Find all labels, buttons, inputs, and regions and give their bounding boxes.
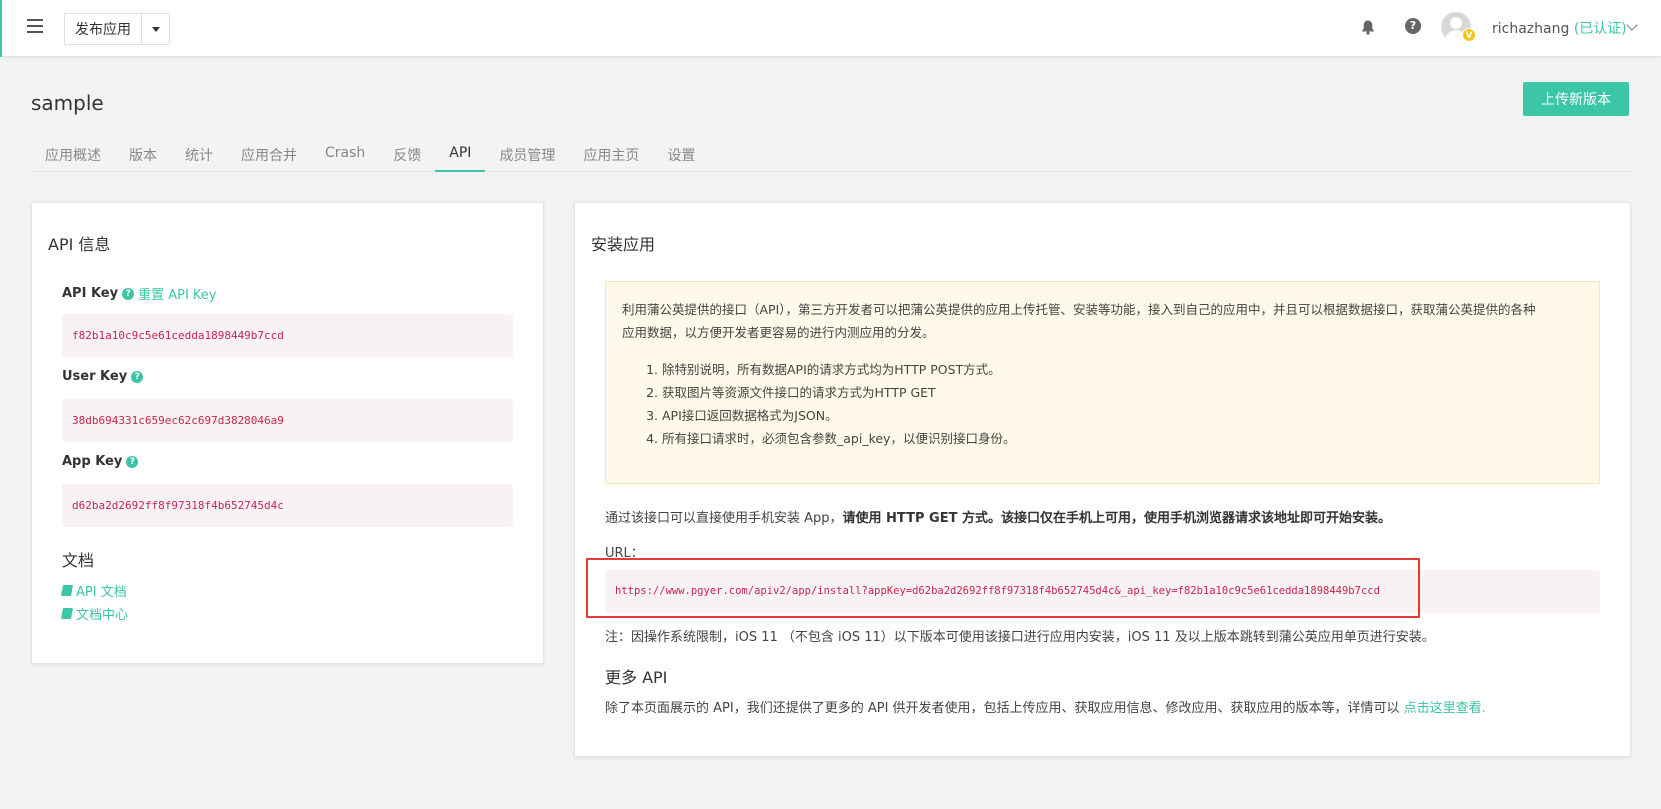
notice-rules: 除特别说明，所有数据API的请求方式均为HTTP POST方式。 获取图片等资源… bbox=[622, 358, 1583, 450]
url-label: URL： bbox=[605, 546, 644, 561]
avatar[interactable]: V bbox=[1441, 12, 1476, 42]
help-icon[interactable]: ? bbox=[126, 455, 139, 468]
list-item: 除特别说明，所有数据API的请求方式均为HTTP POST方式。 bbox=[662, 358, 1583, 381]
list-item: 所有接口请求时，必须包含参数_api_key，以便识别接口身份。 bbox=[662, 427, 1583, 450]
user-key-label-row: User Key ? bbox=[62, 369, 144, 384]
reset-api-key-link[interactable]: 重置 API Key bbox=[138, 284, 216, 303]
page-title: sample bbox=[31, 91, 104, 115]
help-icon[interactable]: ? bbox=[122, 287, 135, 300]
chevron-down-icon bbox=[151, 26, 160, 32]
docs-center-link-label[interactable]: 文档中心 bbox=[76, 604, 128, 623]
app-key-label-row: App Key ? bbox=[62, 454, 139, 469]
verified-badge-icon: V bbox=[1462, 28, 1476, 42]
tab-bar: 应用概述 版本 统计 应用合并 Crash 反馈 API 成员管理 应用主页 设… bbox=[31, 138, 1631, 172]
api-key-value[interactable]: f82b1a10c9c5e61cedda1898449b7ccd bbox=[62, 314, 513, 357]
app-key-label: App Key bbox=[62, 454, 123, 469]
book-icon bbox=[61, 608, 73, 619]
bell-icon[interactable] bbox=[1360, 19, 1376, 35]
tab-settings[interactable]: 设置 bbox=[653, 138, 709, 172]
list-item: API接口返回数据格式为JSON。 bbox=[662, 404, 1583, 427]
app-select-label[interactable]: 发布应用 bbox=[65, 19, 141, 39]
accent-strip bbox=[0, 0, 2, 57]
user-key-value[interactable]: 38db694331c659ec62c697d3828046a9 bbox=[62, 399, 513, 442]
list-item: 获取图片等资源文件接口的请求方式为HTTP GET bbox=[662, 381, 1583, 404]
more-api-link[interactable]: 点击这里查看. bbox=[1404, 701, 1486, 716]
install-title: 安装应用 bbox=[591, 235, 656, 254]
tab-merge[interactable]: 应用合并 bbox=[227, 138, 311, 172]
notice-intro-line-2: 应用数据，以方便开发者更容易的进行内测应用的分发。 bbox=[622, 325, 935, 340]
app-select-dropdown[interactable]: 发布应用 bbox=[64, 13, 170, 45]
api-docs-link[interactable]: API 文档 bbox=[61, 581, 127, 600]
tab-overview[interactable]: 应用概述 bbox=[31, 138, 115, 172]
more-api-title: 更多 API bbox=[605, 668, 668, 687]
help-icon[interactable]: ? bbox=[131, 370, 144, 383]
app-key-value[interactable]: d62ba2d2692ff8f97318f4b652745d4c bbox=[62, 484, 513, 527]
book-icon bbox=[61, 585, 73, 596]
api-key-label-row: API Key ? 重置 API Key bbox=[62, 284, 217, 303]
docs-center-link[interactable]: 文档中心 bbox=[61, 604, 128, 623]
api-info-title: API 信息 bbox=[48, 235, 111, 254]
api-docs-link-label[interactable]: API 文档 bbox=[76, 581, 127, 600]
api-info-card: API 信息 API Key ? 重置 API Key f82b1a10c9c5… bbox=[31, 202, 544, 664]
hamburger-menu-icon[interactable] bbox=[27, 19, 43, 35]
upload-new-version-button[interactable]: 上传新版本 bbox=[1523, 82, 1629, 116]
install-url-value[interactable]: https://www.pgyer.com/apiv2/app/install?… bbox=[605, 570, 1600, 613]
api-notice: 利用蒲公英提供的接口（API），第三方开发者可以把蒲公英提供的应用上传托管、安装… bbox=[605, 281, 1600, 484]
install-description-text: 通过该接口可以直接使用手机安装 App， bbox=[605, 511, 843, 526]
top-bar: 发布应用 ? V richazhang (已认证) bbox=[0, 0, 1661, 57]
tab-crash[interactable]: Crash bbox=[311, 138, 379, 172]
tab-versions[interactable]: 版本 bbox=[115, 138, 171, 172]
tab-stats[interactable]: 统计 bbox=[171, 138, 227, 172]
user-key-label: User Key bbox=[62, 369, 128, 384]
help-icon[interactable]: ? bbox=[1405, 18, 1421, 34]
docs-title: 文档 bbox=[62, 551, 95, 570]
tab-feedback[interactable]: 反馈 bbox=[379, 138, 435, 172]
tab-homepage[interactable]: 应用主页 bbox=[569, 138, 653, 172]
install-description-bold: 请使用 HTTP GET 方式。该接口仅在手机上可用，使用手机浏览器请求该地址即… bbox=[842, 511, 1391, 526]
tab-api[interactable]: API bbox=[435, 138, 486, 172]
verified-label: (已认证) bbox=[1573, 21, 1627, 37]
tab-members[interactable]: 成员管理 bbox=[485, 138, 569, 172]
api-key-label: API Key bbox=[62, 286, 119, 301]
more-api-text: 除了本页面展示的 API，我们还提供了更多的 API 供开发者使用，包括上传应用… bbox=[605, 701, 1404, 716]
ios-note: 注：因操作系统限制，iOS 11 （不包含 iOS 11）以下版本可使用该接口进… bbox=[605, 630, 1435, 645]
install-app-card: 安装应用 利用蒲公英提供的接口（API），第三方开发者可以把蒲公英提供的应用上传… bbox=[574, 202, 1631, 757]
more-api-description: 除了本页面展示的 API，我们还提供了更多的 API 供开发者使用，包括上传应用… bbox=[605, 697, 1486, 716]
user-menu[interactable]: richazhang (已认证) bbox=[1492, 18, 1627, 38]
notice-intro-line-1: 利用蒲公英提供的接口（API），第三方开发者可以把蒲公英提供的应用上传托管、安装… bbox=[622, 302, 1536, 317]
app-select-caret[interactable] bbox=[141, 14, 169, 44]
install-description: 通过该接口可以直接使用手机安装 App，请使用 HTTP GET 方式。该接口仅… bbox=[605, 507, 1391, 526]
username[interactable]: richazhang bbox=[1492, 21, 1569, 37]
chevron-down-icon[interactable] bbox=[1626, 19, 1638, 31]
